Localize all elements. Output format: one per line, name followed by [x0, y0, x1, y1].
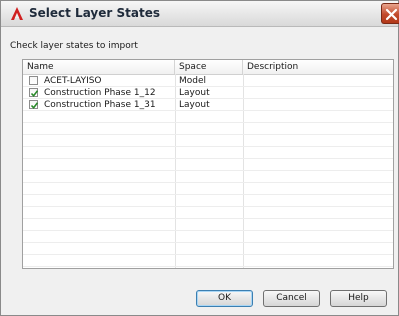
empty-row: [23, 195, 393, 207]
table-row[interactable]: Construction Phase 1_12 Layout: [23, 87, 393, 99]
close-icon: [385, 8, 398, 21]
layer-state-checkbox[interactable]: [29, 88, 39, 98]
instruction-text: Check layer states to import: [10, 41, 138, 51]
layer-state-checkbox[interactable]: [29, 76, 38, 85]
list-header: Name Space Description: [23, 60, 393, 75]
empty-row: [23, 159, 393, 171]
layer-state-space: Layout: [179, 88, 210, 98]
layer-state-name: Construction Phase 1_12: [44, 88, 156, 98]
layer-state-description: [247, 75, 391, 87]
ok-button[interactable]: OK: [196, 290, 253, 307]
empty-row: [23, 231, 393, 243]
layer-state-space: Layout: [179, 100, 210, 110]
layer-states-list[interactable]: Name Space Description ACET-LAYISO Model C…: [22, 59, 394, 269]
close-button[interactable]: [381, 3, 399, 24]
layer-state-description: [247, 87, 391, 99]
help-button[interactable]: Help: [330, 290, 387, 307]
layer-state-name: Construction Phase 1_31: [44, 100, 156, 110]
autocad-app-icon: [10, 7, 24, 21]
title-bar[interactable]: Select Layer States: [1, 1, 399, 27]
empty-row: [23, 111, 393, 123]
column-header-name[interactable]: Name: [23, 60, 175, 74]
empty-row: [23, 135, 393, 147]
layer-state-checkbox[interactable]: [29, 100, 39, 110]
layer-state-description: [247, 99, 391, 111]
empty-row: [23, 255, 393, 267]
layer-state-name: ACET-LAYISO: [44, 76, 102, 86]
empty-row: [23, 207, 393, 219]
empty-row: [23, 171, 393, 183]
empty-row: [23, 123, 393, 135]
window-title: Select Layer States: [29, 6, 160, 20]
empty-row: [23, 219, 393, 231]
select-layer-states-dialog: Select Layer States Check layer states t…: [0, 0, 399, 316]
checkmark-icon: [30, 102, 39, 110]
table-row[interactable]: ACET-LAYISO Model: [23, 75, 393, 87]
empty-row: [23, 243, 393, 255]
checkmark-icon: [30, 90, 39, 98]
empty-row: [23, 147, 393, 159]
cancel-button[interactable]: Cancel: [263, 290, 320, 307]
column-header-space[interactable]: Space: [175, 60, 243, 74]
empty-row: [23, 183, 393, 195]
layer-state-space: Model: [179, 76, 207, 86]
table-row[interactable]: Construction Phase 1_31 Layout: [23, 99, 393, 111]
column-header-description[interactable]: Description: [243, 60, 393, 74]
